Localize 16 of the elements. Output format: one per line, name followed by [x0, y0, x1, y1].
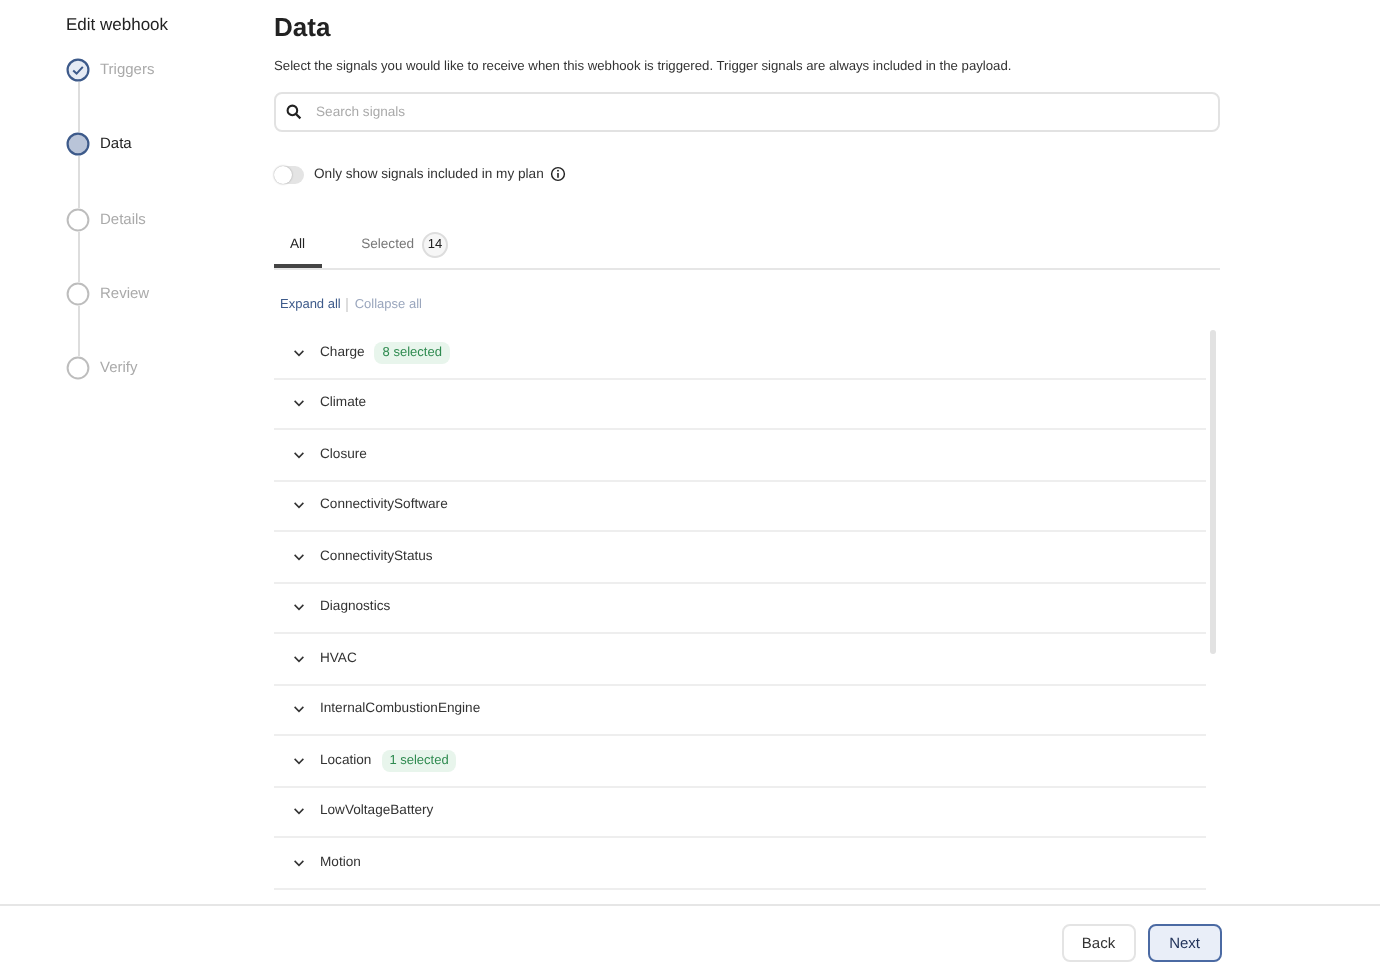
toggle-switch[interactable] — [274, 165, 304, 183]
chevron-down-icon — [292, 753, 306, 768]
page-title: Data — [274, 12, 333, 44]
search-icon — [286, 104, 302, 120]
chevron-down-icon — [292, 804, 306, 819]
chevron-down-icon — [292, 549, 306, 564]
info-icon[interactable] — [549, 166, 566, 182]
chevron-down-icon — [292, 447, 306, 462]
chevron-down-icon — [292, 651, 306, 666]
chevron-down-icon — [292, 498, 306, 513]
chevron-down-icon — [292, 855, 306, 870]
chevron-down-icon — [292, 345, 306, 360]
chevron-down-icon — [292, 600, 306, 615]
chevron-down-icon — [292, 396, 306, 411]
chevron-down-icon — [292, 702, 306, 717]
sidebar-title: Edit webhook — [66, 14, 171, 36]
